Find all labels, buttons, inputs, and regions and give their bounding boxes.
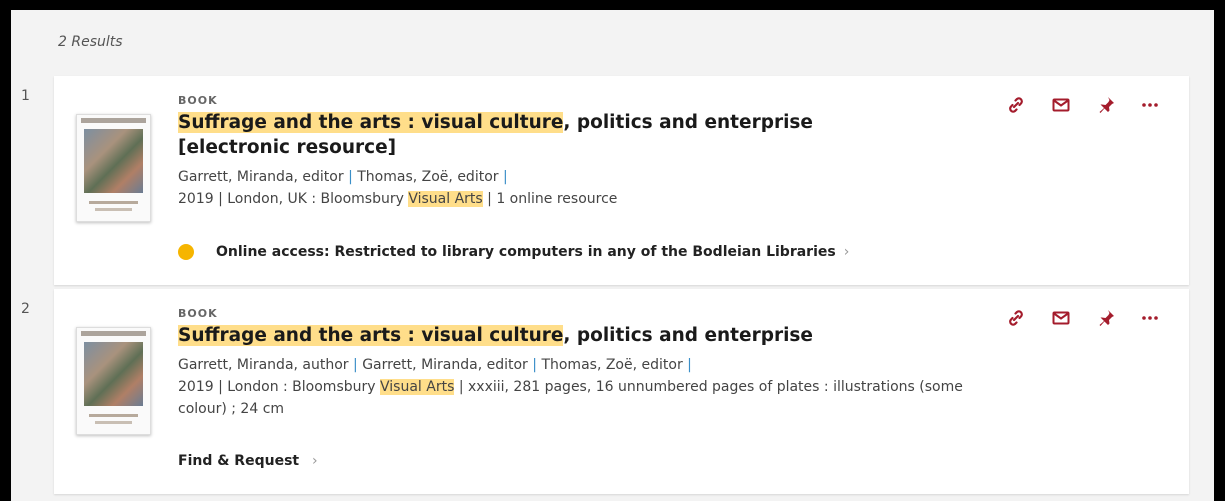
contributor-link[interactable]: Thomas, Zoë, editor	[357, 169, 498, 185]
result-actions	[1005, 307, 1165, 329]
title-highlight[interactable]: Suffrage and the arts : visual culture	[178, 112, 564, 133]
publication-highlight: Visual Arts	[380, 379, 455, 395]
book-cover-thumbnail[interactable]	[76, 114, 151, 222]
result-index: 2	[21, 301, 30, 317]
result-actions	[1005, 94, 1165, 116]
contributor-link[interactable]: Garrett, Miranda, author	[178, 357, 349, 373]
email-icon[interactable]	[1050, 94, 1072, 116]
result-item[interactable]: 2 BOOK Suffrage and the arts : visual cu…	[21, 289, 1189, 494]
pin-icon[interactable]	[1095, 307, 1117, 329]
result-title[interactable]: Suffrage and the arts : visual culture, …	[178, 110, 898, 160]
availability-text[interactable]: Online access: Restricted to library com…	[216, 244, 836, 260]
contributors: Garrett, Miranda, author | Garrett, Mira…	[178, 354, 998, 376]
title-rest[interactable]: , politics and enterprise	[563, 325, 813, 346]
email-icon[interactable]	[1050, 307, 1072, 329]
resource-type: BOOK	[178, 94, 218, 107]
availability-status-dot	[178, 244, 194, 260]
separator: |	[348, 169, 358, 185]
contributors: Garrett, Miranda, editor | Thomas, Zoë, …	[178, 166, 998, 188]
contributor-link[interactable]: Garrett, Miranda, editor	[362, 357, 528, 373]
find-request-label[interactable]: Find & Request	[178, 453, 299, 469]
link-icon[interactable]	[1005, 94, 1027, 116]
separator: |	[502, 169, 508, 185]
contributor-link[interactable]: Garrett, Miranda, editor	[178, 169, 344, 185]
chevron-right-icon: ›	[311, 453, 318, 469]
publication-info: 2019 | London, UK : Bloomsbury Visual Ar…	[178, 191, 618, 207]
online-access-link[interactable]: Online access: Restricted to library com…	[178, 244, 849, 260]
link-icon[interactable]	[1005, 307, 1027, 329]
more-icon[interactable]	[1139, 94, 1161, 116]
title-highlight[interactable]: Suffrage and the arts : visual culture	[178, 325, 564, 346]
results-panel: 2 Results 1 BOOK Suffrage and the arts :…	[11, 10, 1214, 501]
more-icon[interactable]	[1139, 307, 1161, 329]
find-request-link[interactable]: Find & Request ›	[178, 453, 318, 469]
pin-icon[interactable]	[1095, 94, 1117, 116]
results-count: 2 Results	[58, 34, 123, 50]
book-cover-thumbnail[interactable]	[76, 327, 151, 435]
result-title[interactable]: Suffrage and the arts : visual culture, …	[178, 323, 998, 348]
resource-type: BOOK	[178, 307, 218, 320]
contributor-link[interactable]: Thomas, Zoë, editor	[541, 357, 682, 373]
separator: |	[687, 357, 692, 373]
publication-info: 2019 | London : Bloomsbury Visual Arts |…	[178, 379, 963, 417]
result-index: 1	[21, 88, 30, 104]
result-item[interactable]: 1 BOOK Suffrage and the arts : visual cu…	[21, 76, 1189, 285]
separator: |	[353, 357, 363, 373]
chevron-right-icon: ›	[843, 244, 850, 260]
publication-highlight: Visual Arts	[408, 191, 483, 207]
